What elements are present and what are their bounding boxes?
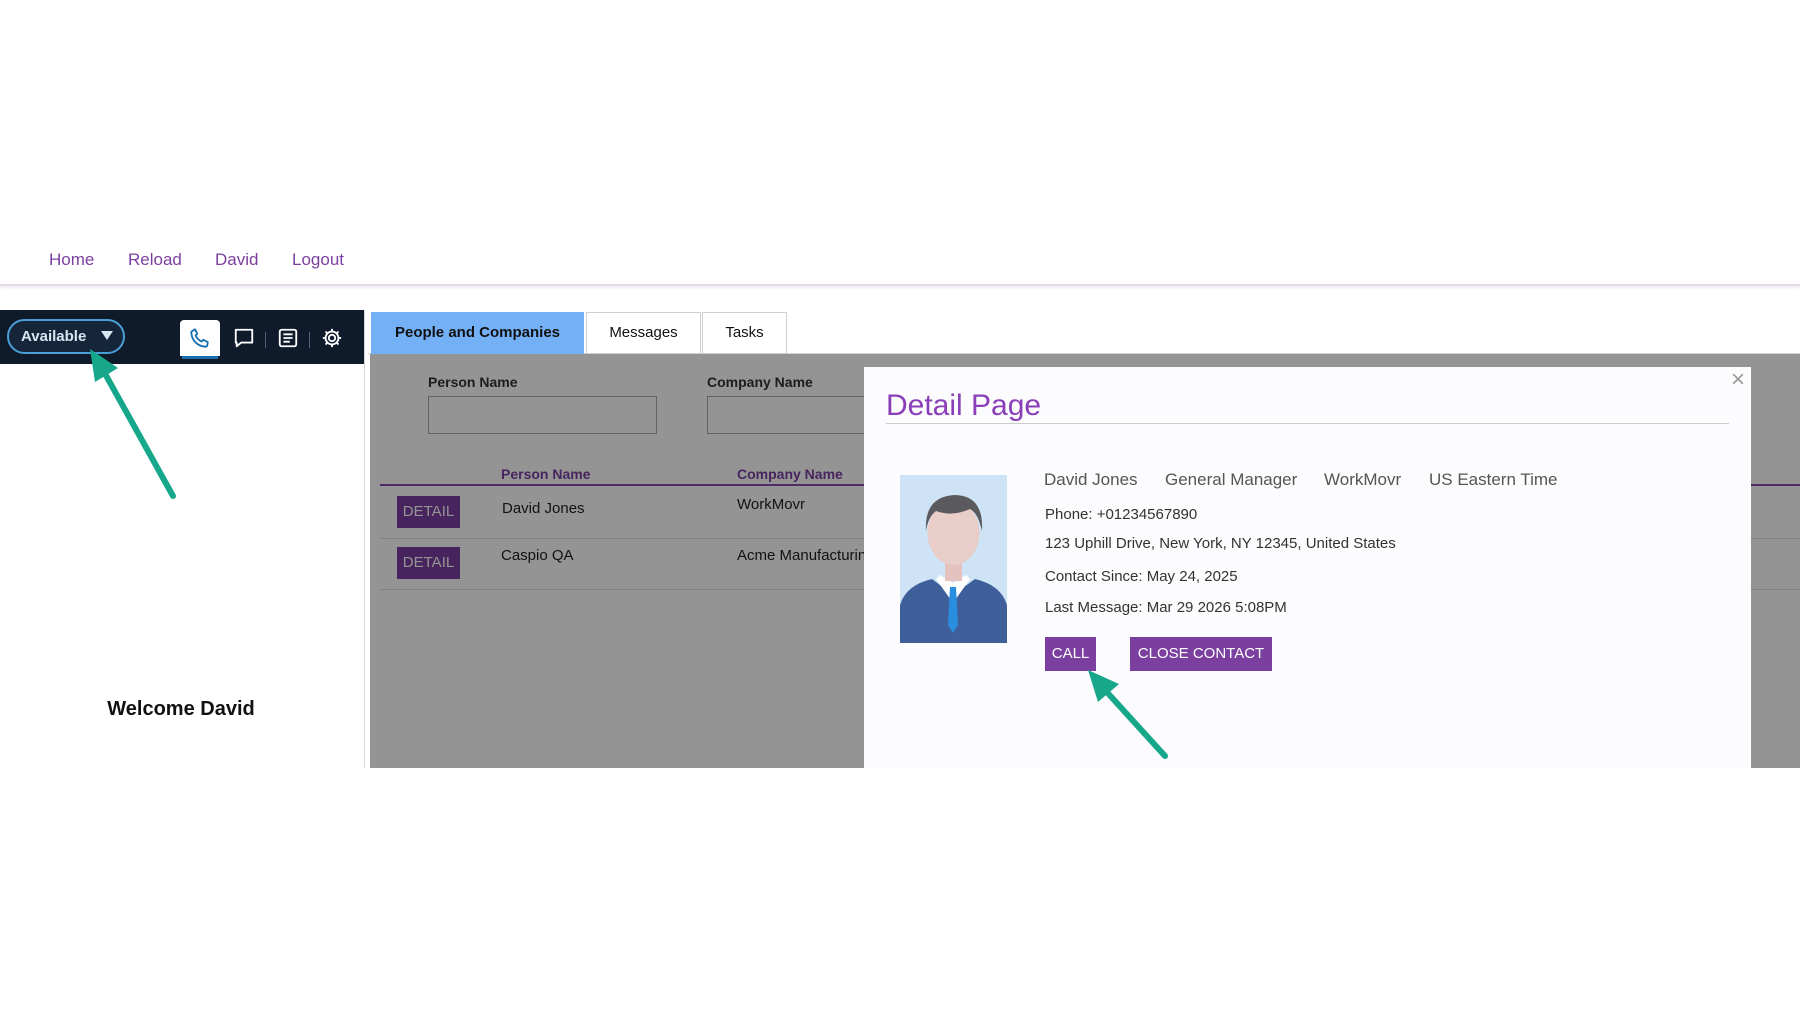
availability-dropdown[interactable]: Available <box>7 319 125 354</box>
contact-since: Contact Since: May 24, 2025 <box>1045 568 1238 585</box>
chat-tab[interactable] <box>224 320 264 356</box>
contact-name: David Jones <box>1044 470 1138 489</box>
phone-icon <box>190 328 209 348</box>
toolbar-divider <box>265 332 266 348</box>
arrow-annotation-status <box>90 349 176 499</box>
page: Home Reload David Logout Available Welco… <box>0 0 1800 1013</box>
close-contact-button[interactable]: CLOSE CONTACT <box>1130 637 1272 671</box>
modal-title: Detail Page <box>886 389 1042 422</box>
chat-icon <box>234 328 254 348</box>
contact-avatar <box>900 475 1007 643</box>
notes-icon <box>278 328 298 348</box>
contact-phone: Phone: +01234567890 <box>1045 506 1198 523</box>
nav-user-link[interactable]: David <box>215 250 258 270</box>
settings-tab[interactable] <box>312 320 352 356</box>
softphone-toolbar: Available <box>0 310 364 364</box>
tab-tasks[interactable]: Tasks <box>702 312 787 354</box>
call-button[interactable]: CALL <box>1045 637 1096 671</box>
contact-role: General Manager <box>1165 470 1298 489</box>
phone-tab[interactable] <box>180 320 220 359</box>
contact-timezone: US Eastern Time <box>1429 470 1558 489</box>
top-nav: Home Reload David Logout <box>0 240 1800 286</box>
caret-down-icon <box>101 331 113 340</box>
tab-messages[interactable]: Messages <box>586 312 701 354</box>
nav-reload-link[interactable]: Reload <box>128 250 182 270</box>
toolbar-divider <box>309 332 310 348</box>
contact-address: 123 Uphill Drive, New York, NY 12345, Un… <box>1045 535 1396 552</box>
nav-home-link[interactable]: Home <box>49 250 94 270</box>
person-avatar-icon <box>900 475 1007 643</box>
tab-people-and-companies[interactable]: People and Companies <box>371 312 584 354</box>
gear-icon <box>322 328 342 348</box>
panel-divider <box>364 310 365 768</box>
availability-label: Available <box>21 328 87 345</box>
detail-modal: Detail Page × David Jones General Manage… <box>864 367 1751 768</box>
modal-divider <box>886 423 1729 424</box>
nav-logout-link[interactable]: Logout <box>292 250 344 270</box>
contact-company: WorkMovr <box>1324 470 1402 489</box>
close-icon[interactable]: × <box>1731 368 1745 392</box>
last-message: Last Message: Mar 29 2026 5:08PM <box>1045 599 1287 616</box>
main-tabs: People and Companies Messages Tasks <box>368 310 1800 354</box>
notes-tab[interactable] <box>268 320 308 356</box>
welcome-message: Welcome David <box>107 698 255 720</box>
